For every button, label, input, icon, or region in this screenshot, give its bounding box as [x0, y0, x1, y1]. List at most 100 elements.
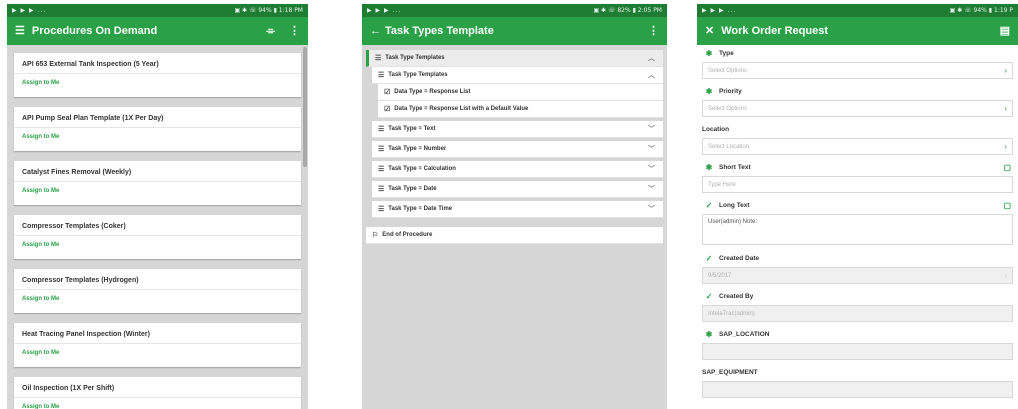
chevron-down-icon[interactable]: ﹀ [648, 164, 655, 174]
procedure-title: API 653 External Tank Inspection (5 Year… [14, 53, 301, 74]
row-label: Task Type = Date [388, 186, 437, 192]
procedure-title: API Pump Seal Plan Template (1X Per Day) [14, 107, 301, 128]
chevron-right-icon: › [1004, 104, 1007, 113]
procedure-title: Oil Inspection (1X Per Shift) [14, 377, 301, 398]
field-label-location: Location [702, 126, 730, 133]
procedure-card[interactable]: Oil Inspection (1X Per Shift) Assign to … [14, 377, 301, 409]
field-label-sap-equipment: SAP_EQUIPMENT [702, 369, 758, 376]
type-select[interactable]: Select Options › [702, 62, 1013, 79]
chevron-right-icon: › [1004, 142, 1007, 151]
procedure-title: Heat Tracing Panel Inspection (Winter) [14, 323, 301, 344]
checkmark-icon: ✓ [705, 292, 713, 301]
app-bar: ✕ Work Order Request ▤ [697, 17, 1018, 45]
tree-group[interactable]: ☰ Task Type = Text ﹀ [372, 121, 663, 138]
procedure-list[interactable]: API 653 External Tank Inspection (5 Year… [7, 45, 308, 409]
assign-to-me-button[interactable]: Assign to Me [14, 398, 301, 409]
work-order-form: ✱ Type Select Options › ✱ Priority Selec… [697, 45, 1018, 398]
page-title: Task Types Template [385, 25, 494, 37]
overflow-menu-icon[interactable]: ⋮ [648, 25, 659, 37]
back-arrow-icon[interactable]: ← [370, 25, 381, 37]
list-icon: ☰ [378, 166, 385, 173]
task-tree: ☰ Task Type Templates ︿ ☰ Task Type Temp… [362, 45, 667, 244]
field-label-long-text: ✓ Long Text ▢ [705, 201, 1011, 210]
procedures-screen: ▶ ▶ ▶ ... ▣ ✱ ☏ 94% ▮ 1:18 PM ☰ Procedur… [7, 4, 308, 409]
long-text-input[interactable]: User(admin) Note: [702, 214, 1013, 245]
short-text-input[interactable]: Type Here [702, 176, 1013, 193]
procedure-title: Compressor Templates (Hydrogen) [14, 269, 301, 290]
row-label: End of Procedure [382, 232, 433, 238]
status-bar: ▶ ▶ ▶ ... ▣ ✱ ☏ 82% ▮ 2:05 PM [362, 4, 667, 17]
assign-to-me-button[interactable]: Assign to Me [14, 344, 301, 356]
chevron-right-icon: › [1004, 66, 1007, 75]
procedure-card[interactable]: Compressor Templates (Hydrogen) Assign t… [14, 269, 301, 313]
tree-group[interactable]: ☰ Task Type = Date ﹀ [372, 181, 663, 198]
tree-item[interactable]: ☑ Data Type = Response List [378, 84, 663, 101]
required-star-icon: ✱ [705, 163, 713, 172]
chevron-down-icon[interactable]: ﹀ [648, 124, 655, 134]
status-bar: ▶ ▶ ▶ ... ▣ ✱ ☏ 94% ▮ 1:19 P [697, 4, 1018, 17]
procedure-card[interactable]: Compressor Templates (Coker) Assign to M… [14, 215, 301, 259]
chevron-down-icon[interactable]: ﹀ [648, 204, 655, 214]
tree-item[interactable]: ☑ Data Type = Response List with a Defau… [378, 101, 663, 118]
filter-icon[interactable]: ⌯ [266, 25, 275, 37]
note-icon[interactable]: ▢ [1003, 163, 1011, 172]
note-icon[interactable]: ▢ [1003, 201, 1011, 210]
assign-to-me-button[interactable]: Assign to Me [14, 182, 301, 194]
list-icon: ☰ [378, 72, 385, 79]
assign-to-me-button[interactable]: Assign to Me [14, 290, 301, 302]
row-label: Task Type = Text [388, 126, 436, 132]
procedure-title: Catalyst Fines Removal (Weekly) [14, 161, 301, 182]
location-select[interactable]: Select Location › [702, 138, 1013, 155]
tree-group[interactable]: ☰ Task Type Templates ︿ [372, 67, 663, 84]
checklist-icon: ☑ [384, 106, 391, 113]
scrollbar[interactable] [303, 47, 307, 167]
app-bar: ☰ Procedures On Demand ⌯ ⋮ [7, 17, 308, 45]
field-label-priority: ✱ Priority [705, 87, 742, 96]
row-label: Task Type Templates [385, 55, 445, 61]
chevron-down-icon[interactable]: ﹀ [648, 144, 655, 154]
created-date-field: 9/5/2017 › [702, 267, 1013, 284]
tree-section-header[interactable]: ☰ Task Type Templates ︿ [366, 50, 663, 67]
flag-icon: ⚐ [372, 232, 379, 239]
field-label-created-date: ✓ Created Date [705, 254, 760, 263]
end-of-procedure-row[interactable]: ⚐ End of Procedure [366, 227, 663, 244]
assign-to-me-button[interactable]: Assign to Me [14, 236, 301, 248]
field-label-created-by: ✓ Created By [705, 292, 754, 301]
chevron-up-icon[interactable]: ︿ [648, 53, 655, 63]
save-icon[interactable]: ▤ [1000, 25, 1010, 37]
tree-group[interactable]: ☰ Task Type = Calculation ﹀ [372, 161, 663, 178]
hamburger-menu-icon[interactable]: ☰ [15, 25, 25, 37]
field-label-sap-location: ✱ SAP_LOCATION [705, 330, 770, 339]
tree-group[interactable]: ☰ Task Type = Number ﹀ [372, 141, 663, 158]
assign-to-me-button[interactable]: Assign to Me [14, 128, 301, 140]
list-icon: ☰ [378, 186, 385, 193]
priority-select[interactable]: Select Options › [702, 100, 1013, 117]
required-star-icon: ✱ [705, 330, 713, 339]
row-label: Task Type Templates [388, 72, 448, 78]
work-order-screen: ▶ ▶ ▶ ... ▣ ✱ ☏ 94% ▮ 1:19 P ✕ Work Orde… [697, 4, 1018, 409]
required-star-icon: ✱ [705, 87, 713, 96]
status-info: ▣ ✱ ☏ 94% ▮ 1:19 P [949, 7, 1013, 14]
sap-location-field[interactable] [702, 343, 1013, 360]
field-label-short-text: ✱ Short Text ▢ [705, 163, 1011, 172]
task-types-screen: ▶ ▶ ▶ ... ▣ ✱ ☏ 82% ▮ 2:05 PM ← Task Typ… [362, 4, 667, 409]
procedure-card[interactable]: API Pump Seal Plan Template (1X Per Day)… [14, 107, 301, 151]
checkmark-icon: ✓ [705, 254, 713, 263]
notification-icons: ▶ ▶ ▶ ... [367, 7, 402, 14]
checkmark-icon: ✓ [705, 201, 713, 210]
procedure-card[interactable]: Heat Tracing Panel Inspection (Winter) A… [14, 323, 301, 367]
chevron-up-icon[interactable]: ︿ [648, 70, 655, 80]
close-icon[interactable]: ✕ [705, 25, 714, 37]
chevron-down-icon[interactable]: ﹀ [648, 184, 655, 194]
assign-to-me-button[interactable]: Assign to Me [14, 74, 301, 86]
overflow-menu-icon[interactable]: ⋮ [289, 25, 300, 37]
procedure-card[interactable]: API 653 External Tank Inspection (5 Year… [14, 53, 301, 97]
list-icon: ☰ [375, 55, 382, 62]
procedure-card[interactable]: Catalyst Fines Removal (Weekly) Assign t… [14, 161, 301, 205]
app-bar: ← Task Types Template ⋮ [362, 17, 667, 45]
sap-equipment-field[interactable] [702, 381, 1013, 398]
row-label: Task Type = Date Time [388, 206, 453, 212]
status-info: ▣ ✱ ☏ 82% ▮ 2:05 PM [593, 7, 662, 14]
tree-group[interactable]: ☰ Task Type = Date Time ﹀ [372, 201, 663, 218]
field-label-type: ✱ Type [705, 49, 734, 58]
